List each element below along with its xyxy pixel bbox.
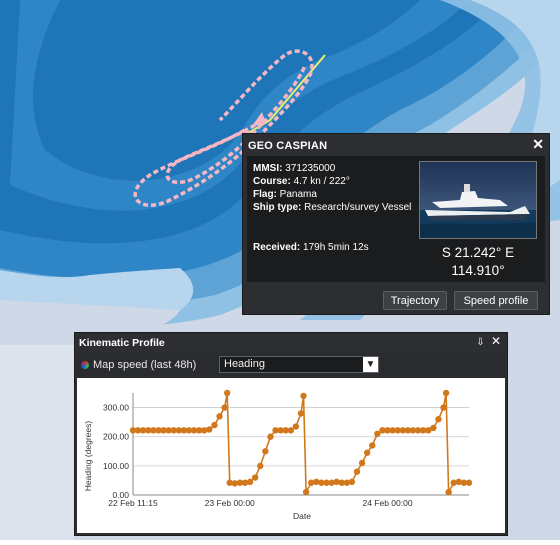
y-tick-label: 200.00	[103, 432, 129, 442]
x-tick-label: 24 Feb 00:00	[362, 498, 412, 508]
data-point	[216, 413, 223, 420]
data-point	[300, 392, 307, 400]
flag-value: Panama	[279, 189, 317, 200]
received-label: Received:	[253, 242, 301, 253]
x-axis-label: Date	[293, 511, 311, 521]
series-color-icon	[81, 361, 89, 369]
data-point	[211, 421, 218, 429]
received-value: 179h 5min 12s	[303, 242, 369, 253]
y-tick-labels: 300.00200.00100.000.00	[103, 403, 129, 500]
course-label: Course:	[253, 176, 291, 187]
mmsi-value: 371235000	[285, 163, 336, 174]
data-point	[353, 468, 361, 475]
series-label-text: Map speed (last 48h)	[93, 359, 197, 371]
x-tick-labels: 22 Feb 11:15 23 Feb 00:00 24 Feb 00:00	[108, 498, 413, 508]
ship-photo	[419, 161, 537, 239]
chevron-down-icon[interactable]: ▼	[363, 357, 378, 372]
flag-label: Flag:	[253, 189, 277, 200]
data-point	[297, 410, 305, 417]
data-point	[223, 389, 231, 397]
close-icon[interactable]: ✕	[532, 136, 544, 153]
ship-info-popup: GEO CASPIAN ✕ MMSI: 371235000 Course: 4.…	[242, 133, 550, 315]
x-tick-label: 23 Feb 00:00	[205, 498, 255, 508]
kinematic-profile-window: Kinematic Profile ⇩ ✕ Map speed (last 48…	[74, 332, 508, 536]
window-controls: ⇩ ✕	[476, 334, 501, 348]
coords-line-1: S 21.242° E	[441, 245, 515, 260]
data-point	[358, 459, 366, 467]
heading-chart: 300.00 200.00 100.00 0.00 22 Feb 11:15 23 Fe…	[77, 378, 505, 533]
heading-series-points	[129, 389, 473, 496]
trajectory-button[interactable]: Trajectory	[383, 291, 447, 310]
coords-line-2: 114.910°	[451, 263, 505, 278]
data-point	[251, 474, 259, 481]
window-title: Kinematic Profile	[79, 337, 165, 349]
y-axis-label: Heading (degrees)	[83, 421, 93, 492]
pin-icon[interactable]: ⇩	[476, 337, 484, 348]
data-point	[292, 423, 300, 430]
data-point	[430, 424, 437, 432]
data-point	[435, 416, 442, 423]
mmsi-label: MMSI:	[253, 163, 283, 174]
received-row: Received: 179h 5min 12s	[253, 242, 369, 253]
data-point	[287, 427, 295, 434]
ship-type-label: Ship type:	[253, 202, 302, 213]
ship-details: MMSI: 371235000 Course: 4.7 kn / 222° Fl…	[253, 162, 413, 214]
ship-info-body: MMSI: 371235000 Course: 4.7 kn / 222° Fl…	[247, 156, 545, 282]
data-point	[302, 488, 310, 496]
data-point	[465, 479, 473, 486]
data-point	[348, 478, 356, 486]
data-point	[267, 433, 274, 440]
data-point	[442, 389, 450, 397]
data-point	[445, 488, 452, 496]
data-point	[363, 449, 371, 456]
data-point	[221, 404, 228, 411]
data-point	[206, 426, 213, 433]
y-tick-label: 100.00	[103, 461, 129, 471]
y-tick-label: 300.00	[103, 403, 129, 413]
speed-profile-button[interactable]: Speed profile	[454, 291, 538, 310]
data-point	[257, 462, 264, 470]
chart-gridlines	[133, 407, 469, 496]
x-tick-label: 22 Feb 11:15	[108, 498, 158, 508]
data-point	[440, 404, 447, 411]
ship-type-value: Research/survey Vessel	[304, 202, 412, 213]
metric-select[interactable]: Heading ▼	[219, 356, 379, 373]
chart-toolbar: Map speed (last 48h) Heading ▼	[77, 353, 505, 377]
course-value: 4.7 kn / 222°	[293, 176, 350, 187]
metric-select-value: Heading	[224, 358, 265, 370]
close-icon[interactable]: ✕	[491, 334, 501, 348]
data-point	[262, 448, 269, 455]
data-point	[246, 478, 254, 486]
ship-coordinates: S 21.242° E 114.910°	[415, 244, 541, 280]
series-label: Map speed (last 48h)	[81, 359, 196, 371]
data-point	[369, 442, 376, 449]
ship-name: GEO CASPIAN	[248, 140, 328, 152]
